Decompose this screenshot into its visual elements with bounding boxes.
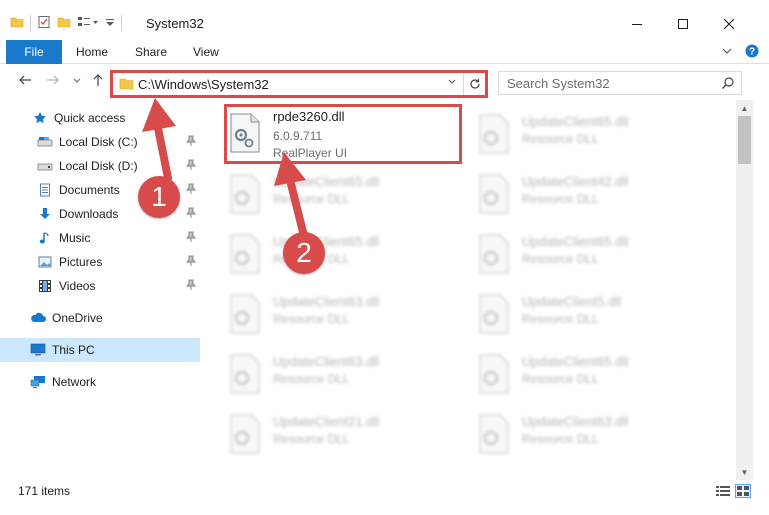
step-badge-2: 2 (283, 232, 325, 274)
annotation-arrow-1 (142, 98, 176, 182)
step-badge-1: 1 (138, 176, 180, 218)
annotation-arrow-2 (274, 152, 308, 240)
annotation-arrows (142, 98, 308, 240)
